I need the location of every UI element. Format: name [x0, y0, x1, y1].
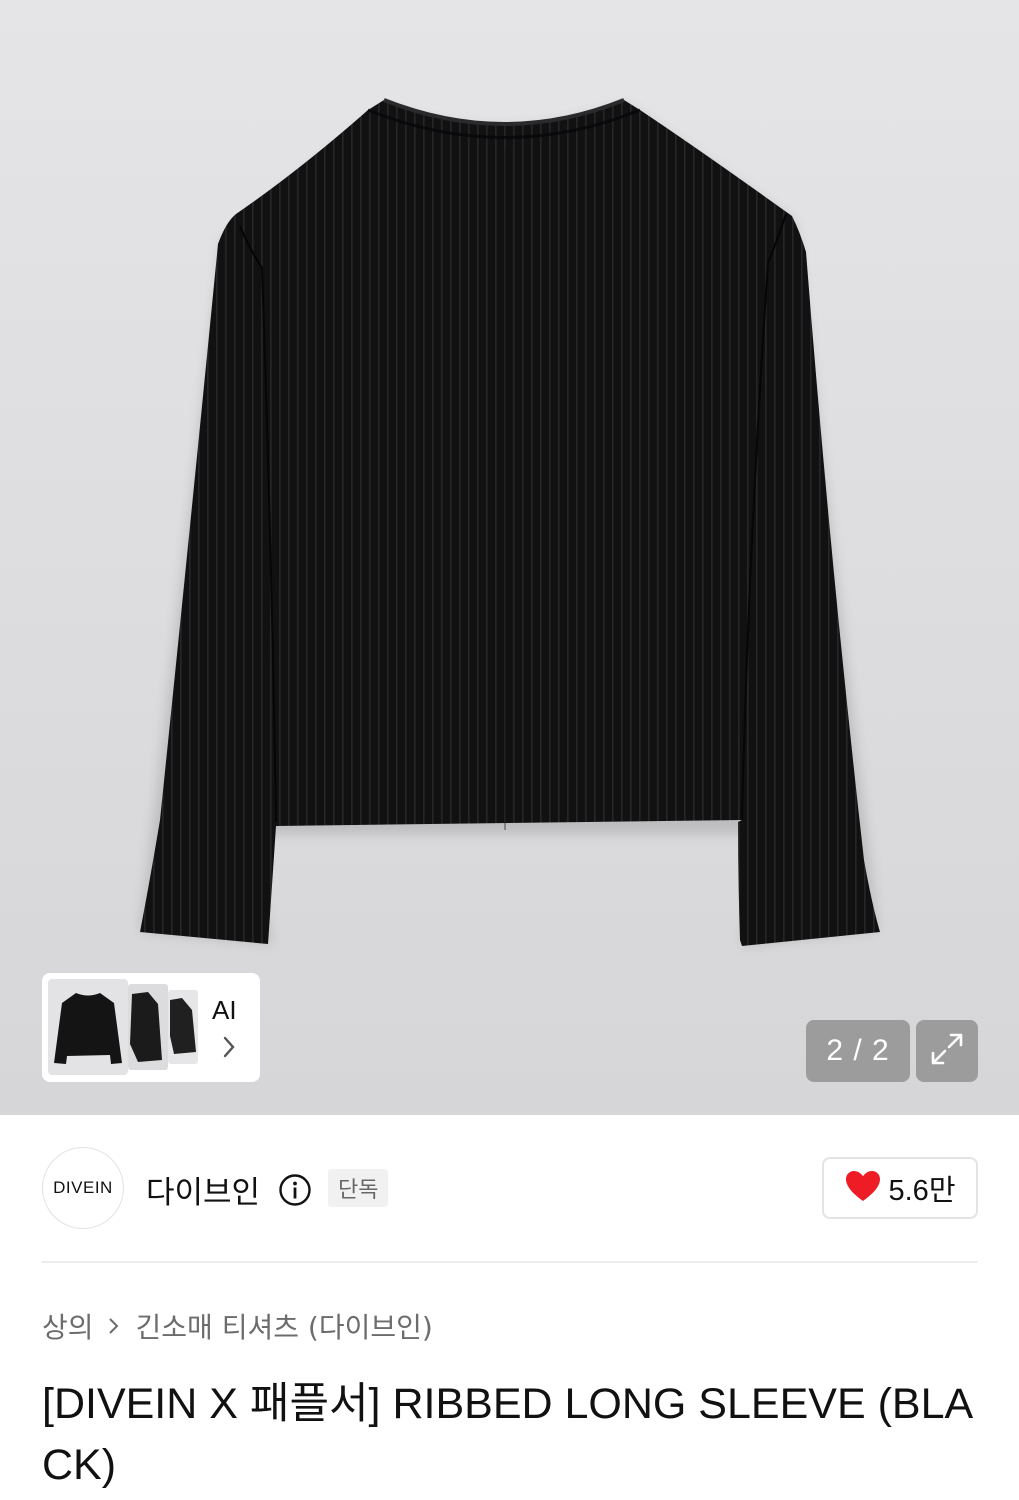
chevron-right-icon: [108, 1316, 120, 1336]
divider: [42, 1261, 978, 1263]
thumbnail-3[interactable]: [168, 990, 198, 1064]
like-count: 5.6만: [888, 1175, 956, 1207]
thumbnail-image: [130, 992, 162, 1062]
page-counter: 2 / 2: [806, 1020, 910, 1082]
chevron-right-icon: [222, 1035, 236, 1063]
thumbnail-2[interactable]: [128, 984, 168, 1070]
expand-image-button[interactable]: [916, 1020, 978, 1082]
product-title: [DIVEIN X 패플서] RIBBED LONG SLEEVE (BLACK…: [42, 1380, 974, 1489]
brand-row: DIVEIN 다이브인 단독 5.6만: [0, 1115, 1019, 1263]
exclusive-badge: 단독: [328, 1169, 389, 1207]
info-circle-icon[interactable]: [278, 1173, 312, 1211]
breadcrumb-item-subcategory[interactable]: 긴소매 티셔츠 (다이브인): [136, 1306, 433, 1346]
product-image-gallery[interactable]: AI 2 / 2: [0, 0, 1019, 1115]
like-button[interactable]: 5.6만: [822, 1157, 978, 1219]
thumbnail-image: [170, 998, 196, 1054]
thumbnail-current[interactable]: [48, 979, 128, 1075]
product-image: [140, 98, 880, 946]
breadcrumb: 상의 긴소매 티셔츠 (다이브인): [42, 1306, 433, 1346]
heart-icon: [845, 1170, 881, 1206]
brand-name[interactable]: 다이브인: [146, 1167, 260, 1212]
brand-logo-text: DIVEIN: [53, 1178, 113, 1197]
ai-label: AI: [212, 995, 237, 1025]
brand-logo[interactable]: DIVEIN: [42, 1147, 124, 1229]
breadcrumb-item-category[interactable]: 상의: [42, 1306, 94, 1346]
expand-arrows-icon: [927, 1029, 967, 1073]
thumbnail-image: [54, 993, 122, 1064]
thumbnail-strip[interactable]: AI: [42, 973, 260, 1082]
